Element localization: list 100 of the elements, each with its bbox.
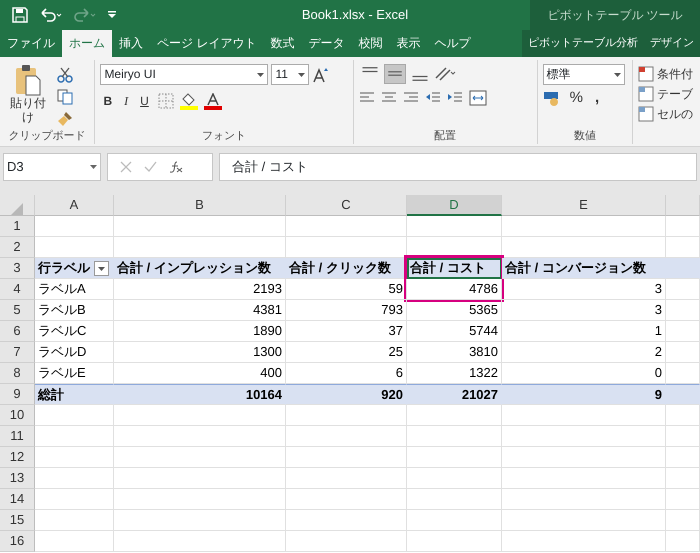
row-number: 7 [0,342,35,363]
table-cell: ラベルB [35,300,114,321]
empty-cell [666,489,700,510]
group-label: 数値 [574,130,596,142]
row-number: 12 [0,447,35,468]
table-cell: 3 [502,300,666,321]
undo-icon[interactable] [40,8,62,22]
empty-cell [666,405,700,426]
bold-button[interactable]: B [100,91,116,111]
table-cell: 総計 [35,384,114,405]
table-cell: 行ラベル [35,258,114,279]
style-command-button[interactable]: 条件付 [638,64,696,84]
currency-icon[interactable] [542,90,561,106]
ribbon-tab[interactable]: デザイン [644,30,700,57]
merge-cells-icon[interactable] [468,90,487,106]
style-command-button[interactable]: セルの [638,104,696,124]
table-cell: ラベルC [35,321,114,342]
table-cell: 1890 [114,321,286,342]
ribbon-tab[interactable]: ページ レイアウト [150,30,264,57]
row-number: 11 [0,426,35,447]
ribbon-tab[interactable]: データ [301,30,352,57]
row-number: 3 [0,258,35,279]
table-style-icon [638,86,654,102]
empty-cell [666,468,700,489]
ribbon-tab[interactable]: ホーム [62,30,112,57]
table-style-icon [638,66,654,82]
table-cell: 2 [502,342,666,363]
ribbon-tab[interactable]: ファイル [0,30,62,57]
customize-menu-icon[interactable] [108,11,116,19]
column-header[interactable]: A [35,195,114,216]
ribbon-tab[interactable]: 数式 [263,30,302,57]
row-number: 13 [0,468,35,489]
paste-button[interactable]: 貼り付け [5,64,51,127]
name-box[interactable]: D3 [3,153,101,181]
table-cell: 10164 [114,384,286,405]
table-cell: 合計 / コンバージョン数 [502,258,666,279]
row-number: 15 [0,510,35,531]
triangle-icon [11,202,23,215]
table-cell: ラベルD [35,342,114,363]
table-cell: 5744 [407,321,502,342]
column-header[interactable]: E [502,195,666,216]
number-format-dropdown[interactable]: 標準 [542,64,625,85]
ribbon-tab[interactable]: ピボットテーブル分析 [522,30,644,57]
percent-button[interactable]: % [566,88,586,108]
table-cell: 合計 / インプレッション数 [114,258,286,279]
filter-dropdown-button[interactable] [94,261,109,276]
table-cell: ラベルA [35,279,114,300]
brush-icon[interactable] [57,111,73,127]
empty-cell [666,300,700,321]
table-cell: 59 [286,279,407,300]
empty-cell [666,342,700,363]
table-cell: 3810 [407,342,502,363]
row-number: 8 [0,363,35,384]
column-header[interactable]: B [114,195,286,216]
ribbon-tab[interactable]: 表示 [389,30,428,57]
italic-button[interactable]: I [121,91,132,111]
underline-button[interactable]: U [137,91,152,111]
orientation-icon[interactable] [434,66,456,82]
comma-button[interactable]: , [592,88,602,108]
formula-field[interactable]: 合計 / コスト [219,153,697,181]
row-number: 9 [0,384,35,405]
font-color-icon[interactable] [204,92,222,110]
ribbon-tab[interactable]: ヘルプ [427,30,478,57]
border-icon[interactable] [158,93,174,109]
grow-font-icon[interactable] [312,66,328,82]
column-header[interactable]: C [286,195,407,216]
caret-icon [298,72,306,76]
font-name-dropdown[interactable]: Meiryo UI [100,64,268,85]
style-command-button[interactable]: テーブ [638,84,696,104]
table-cell: 1300 [114,342,286,363]
empty-cell [666,510,700,531]
group-label: 配置 [434,130,456,142]
middle-align-icon[interactable] [384,64,406,84]
fill-color-icon[interactable] [180,92,198,110]
row-number: 14 [0,489,35,510]
table-cell: 793 [286,300,407,321]
table-cell: 9 [502,384,666,405]
paste-icon [15,64,41,96]
caret-icon [614,72,621,76]
table-cell: 21027 [407,384,502,405]
empty-cell [666,531,700,552]
cut-icon[interactable] [57,67,73,83]
caret-icon [257,72,264,76]
copy-icon[interactable] [57,89,73,105]
table-cell: 4381 [114,300,286,321]
table-cell: 5365 [407,300,502,321]
table-cell: 4786 [407,279,502,300]
column-header[interactable]: D [407,195,502,216]
table-cell: 37 [286,321,407,342]
empty-cell [666,447,700,468]
table-cell: 合計 / クリック数 [286,258,407,279]
insert-function-icon[interactable] [169,161,183,173]
save-icon[interactable] [12,7,28,23]
ribbon-tab[interactable]: 校閲 [351,30,390,57]
caret-icon [90,165,97,169]
ribbon-tab[interactable]: 挿入 [112,30,150,57]
font-size-dropdown[interactable]: 11 [271,64,310,85]
row-number: 1 [0,216,35,237]
table-cell: 920 [286,384,407,405]
row-number: 2 [0,237,35,258]
